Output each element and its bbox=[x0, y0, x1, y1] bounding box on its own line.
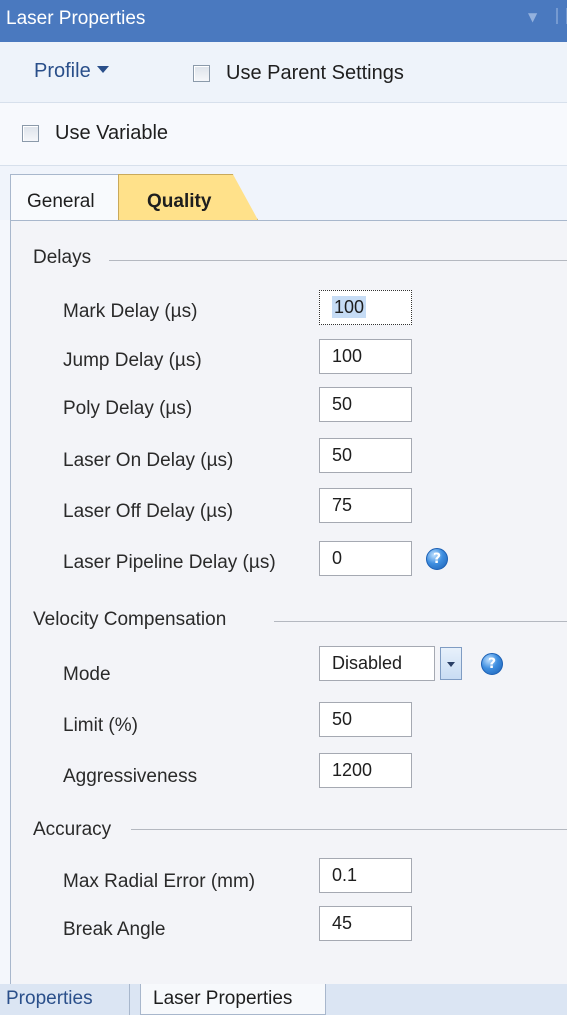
laser-off-delay-input[interactable]: 75 bbox=[319, 488, 412, 523]
profile-dropdown-button[interactable]: Profile bbox=[34, 60, 109, 83]
laser-off-delay-label: Laser Off Delay (µs) bbox=[63, 501, 234, 522]
accuracy-section-title: Accuracy bbox=[33, 819, 112, 840]
max-radial-error-label: Max Radial Error (mm) bbox=[63, 871, 256, 892]
laser-on-delay-input[interactable]: 50 bbox=[319, 438, 412, 473]
velocity-section-title: Velocity Compensation bbox=[33, 609, 227, 630]
use-variable-checkbox[interactable] bbox=[22, 125, 39, 142]
aggressiveness-input[interactable]: 1200 bbox=[319, 753, 412, 788]
dropdown-arrow-icon[interactable]: ▼ bbox=[528, 10, 537, 24]
toolbar: Profile Use Parent Settings bbox=[0, 42, 567, 102]
delays-section-title: Delays bbox=[33, 247, 92, 268]
use-variable-label: Use Variable bbox=[55, 122, 169, 144]
accuracy-section-rule bbox=[131, 829, 567, 830]
delays-section-rule bbox=[109, 260, 567, 261]
mark-delay-input[interactable]: 100 bbox=[319, 290, 412, 325]
use-parent-settings-label: Use Parent Settings bbox=[226, 62, 404, 84]
velocity-section-rule bbox=[274, 621, 567, 622]
jump-delay-label: Jump Delay (µs) bbox=[63, 350, 202, 371]
use-parent-settings-checkbox[interactable] bbox=[193, 65, 210, 82]
bottom-tab-strip: Properties Laser Properties bbox=[0, 984, 567, 1015]
laser-pipeline-delay-input[interactable]: 0 bbox=[319, 541, 412, 576]
mode-dropdown-arrow-icon[interactable] bbox=[440, 647, 462, 680]
pin-icon[interactable] bbox=[556, 8, 567, 24]
tab-quality[interactable]: Quality bbox=[118, 174, 258, 220]
limit-label: Limit (%) bbox=[63, 715, 138, 736]
profile-label: Profile bbox=[34, 60, 91, 82]
aggressiveness-label: Aggressiveness bbox=[63, 766, 198, 787]
bottom-tab-properties[interactable]: Properties bbox=[0, 984, 130, 1015]
pipeline-delay-help-icon[interactable]: ? bbox=[426, 548, 448, 570]
max-radial-error-input[interactable]: 0.1 bbox=[319, 858, 412, 893]
use-variable-row: Use Variable bbox=[0, 102, 567, 166]
mode-help-icon[interactable]: ? bbox=[481, 653, 503, 675]
quality-tab-content: Delays Mark Delay (µs) 100 Jump Delay (µ… bbox=[10, 221, 567, 991]
limit-input[interactable]: 50 bbox=[319, 702, 412, 737]
bottom-tab-laser-properties[interactable]: Laser Properties bbox=[140, 984, 326, 1015]
caret-down-icon bbox=[96, 66, 109, 74]
mode-select[interactable]: Disabled bbox=[319, 646, 435, 681]
laser-on-delay-label: Laser On Delay (µs) bbox=[63, 450, 234, 471]
laser-pipeline-delay-label: Laser Pipeline Delay (µs) bbox=[63, 552, 276, 573]
tab-general[interactable]: General bbox=[10, 174, 128, 220]
mark-delay-label: Mark Delay (µs) bbox=[63, 301, 198, 322]
break-angle-input[interactable]: 45 bbox=[319, 906, 412, 941]
panel-title: Laser Properties bbox=[6, 8, 146, 29]
break-angle-label: Break Angle bbox=[63, 919, 166, 940]
mode-select-value: Disabled bbox=[332, 653, 403, 673]
laser-properties-panel: Laser Properties ▼ Profile Use Parent Se… bbox=[0, 0, 567, 1015]
mark-delay-value: 100 bbox=[332, 296, 367, 318]
poly-delay-input[interactable]: 50 bbox=[319, 387, 412, 422]
mode-label: Mode bbox=[63, 664, 111, 685]
panel-title-bar: Laser Properties ▼ bbox=[0, 0, 567, 42]
tab-strip: General Quality bbox=[0, 166, 567, 220]
poly-delay-label: Poly Delay (µs) bbox=[63, 398, 193, 419]
jump-delay-input[interactable]: 100 bbox=[319, 339, 412, 374]
